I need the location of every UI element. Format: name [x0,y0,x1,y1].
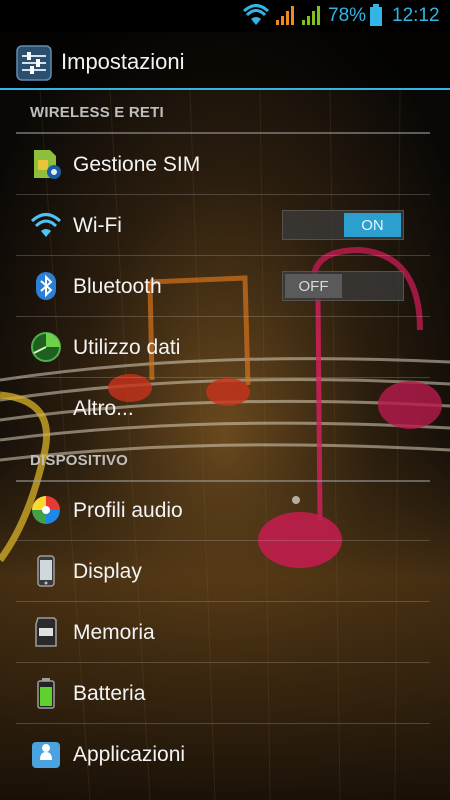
page-title: Impostazioni [61,49,185,74]
settings-item-label: Memoria [73,620,155,644]
battery-percent: 78% [328,5,367,26]
applications-icon [32,742,60,768]
settings-item-label: Wi-Fi [73,213,122,237]
settings-item-sim[interactable]: Gestione SIM [0,134,450,195]
bluetooth-icon [36,272,56,300]
settings-item-storage[interactable]: Memoria [0,602,450,663]
sim-gear-icon [34,150,61,179]
wifi-signal-icon [243,4,269,25]
section-header-wireless: WIRELESS E RETI [16,90,430,134]
toggle-state: OFF [285,274,342,298]
settings-item-label: Batteria [73,681,146,705]
settings-item-display[interactable]: Display [0,541,450,602]
sd-card-icon [35,617,57,647]
action-bar-divider [0,88,450,90]
settings-item-label: Display [73,559,142,583]
settings-item-label: Applicazioni [73,742,186,766]
action-bar: Impostazioni [0,32,450,88]
data-usage-icon [31,332,61,362]
settings-item-more[interactable]: Altro... [0,378,450,439]
settings-sliders-icon[interactable] [16,45,52,81]
section-title: WIRELESS E RETI [30,103,164,121]
clock: 12:12 [392,5,440,26]
wifi-icon [30,213,62,237]
battery-icon [37,678,55,709]
settings-item-bluetooth[interactable]: Bluetooth OFF [0,256,450,317]
signal-green-icon [302,6,320,25]
battery-icon [370,4,382,26]
settings-item-battery[interactable]: Batteria [0,663,450,724]
settings-item-apps[interactable]: Applicazioni [0,724,450,785]
signal-orange-icon [276,6,294,25]
section-title: DISPOSITIVO [30,451,129,469]
settings-item-label: Gestione SIM [73,152,201,176]
section-header-device: DISPOSITIVO [16,438,430,482]
settings-item-label: Utilizzo dati [73,335,181,359]
settings-item-label: Altro... [73,396,134,420]
settings-item-wifi[interactable]: Wi-Fi ON [0,195,450,256]
audio-profiles-icon [32,496,60,524]
toggle-state: ON [344,213,401,237]
bluetooth-toggle[interactable]: OFF [282,271,404,301]
settings-item-data-usage[interactable]: Utilizzo dati [0,317,450,378]
wifi-toggle[interactable]: ON [282,210,404,240]
settings-item-label: Bluetooth [73,274,162,298]
status-bar: 78% 12:12 [0,0,450,32]
settings-item-audio-profiles[interactable]: Profili audio [0,480,450,541]
settings-item-label: Profili audio [73,498,183,522]
phone-display-icon [37,555,55,587]
